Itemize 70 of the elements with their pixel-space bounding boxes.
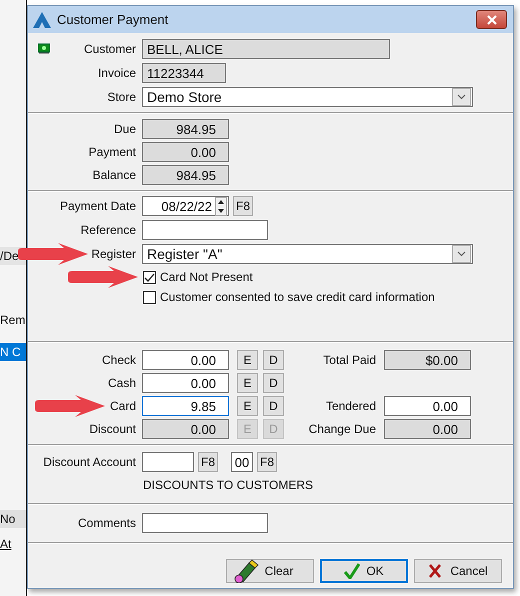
amount-field[interactable]: 9.85	[142, 396, 229, 416]
reference-field[interactable]	[142, 220, 268, 240]
tender-button[interactable]: E	[237, 373, 258, 393]
dialog-button[interactable]: OK	[320, 559, 408, 583]
amount-field[interactable]: 0.00	[384, 396, 471, 416]
field-label: Due	[114, 122, 136, 136]
field-label: Discount Account	[43, 455, 136, 469]
amount-field: 984.95	[142, 165, 229, 185]
invoice-field: 11223344	[142, 63, 226, 83]
field-label: Customer	[84, 42, 136, 56]
amount-field[interactable]: 0.00	[142, 373, 229, 393]
checkbox-label: Card Not Present	[160, 270, 253, 284]
comments-field[interactable]	[142, 513, 268, 533]
triangle-logo-icon	[33, 12, 51, 28]
amount-field[interactable]: 0.00	[142, 350, 229, 370]
tender-button[interactable]: E	[237, 396, 258, 416]
field-label: Cash	[108, 376, 136, 390]
field-label: Store	[107, 90, 136, 104]
checkbox-label: Customer consented to save credit card information	[160, 290, 435, 304]
lookup-button[interactable]: F8	[257, 452, 278, 472]
field-label: Balance	[92, 168, 136, 182]
pencil-icon	[232, 559, 259, 583]
amount-field: 984.95	[142, 119, 229, 139]
money-icon	[38, 43, 50, 54]
amount-field: 0.00	[142, 419, 229, 439]
dialog-button[interactable]: Cancel	[414, 559, 502, 583]
lookup-button[interactable]: F8	[198, 452, 218, 472]
field-label: Card	[110, 399, 136, 413]
customer-field: BELL, ALICE	[142, 39, 390, 59]
field-label: Discount	[89, 422, 136, 436]
dropdown-field[interactable]: Register "A"	[142, 244, 473, 264]
dialog-button[interactable]: Clear	[226, 559, 314, 583]
tender-button[interactable]: D	[263, 396, 284, 416]
spinner-icon	[215, 196, 227, 216]
dropdown-value: Register "A"	[147, 246, 222, 262]
field-label: Comments	[78, 516, 136, 530]
field-label: Payment	[88, 145, 136, 159]
field-label: Change Due	[308, 422, 376, 436]
lookup-button[interactable]: F8	[233, 196, 254, 216]
close-button[interactable]	[476, 10, 507, 29]
tender-button[interactable]: D	[263, 373, 284, 393]
amount-field: $0.00	[384, 350, 471, 370]
field-label: Check	[102, 353, 136, 367]
background-text: No	[0, 510, 26, 528]
field-label: Total Paid	[322, 353, 376, 367]
account-description: DISCOUNTS TO CUSTOMERS	[143, 478, 314, 492]
tender-button[interactable]: D	[263, 350, 284, 370]
check-icon	[344, 563, 360, 579]
close-icon	[486, 14, 496, 24]
background-text: At	[0, 536, 12, 553]
date-value: 08/22/22	[161, 198, 212, 214]
dropdown-field[interactable]: Demo Store	[142, 87, 473, 107]
account-field[interactable]	[142, 452, 194, 472]
checkbox[interactable]	[143, 270, 156, 284]
window-title: Customer Payment	[57, 12, 170, 27]
field-label: Tendered	[324, 399, 376, 413]
background-text: Rem	[0, 312, 26, 329]
amount-field: 0.00	[142, 142, 229, 162]
tender-button[interactable]: E	[237, 350, 258, 370]
field-label: Payment Date	[60, 199, 136, 213]
background-text: N C	[0, 343, 26, 361]
checkbox[interactable]	[143, 290, 156, 304]
dropdown-value: Demo Store	[147, 89, 222, 105]
code-field[interactable]: 00	[231, 452, 254, 472]
date-field[interactable]: 08/22/22	[142, 196, 229, 216]
check-icon	[143, 272, 156, 282]
amount-field: 0.00	[384, 419, 471, 439]
field-label: Invoice	[98, 66, 136, 80]
field-label: Register	[91, 247, 136, 261]
field-label: Reference	[80, 223, 136, 237]
